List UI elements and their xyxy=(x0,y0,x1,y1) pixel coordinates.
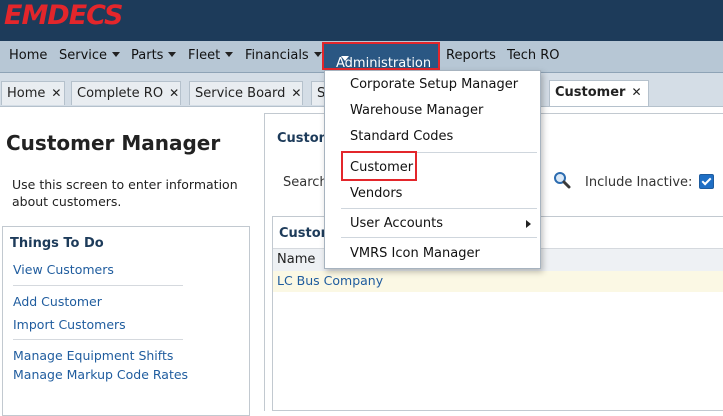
customer-name-cell[interactable]: LC Bus Company xyxy=(277,273,383,288)
tab-complete-ro-label: Complete RO xyxy=(77,86,164,101)
menu-item-user-accounts[interactable]: User Accounts xyxy=(350,216,443,231)
manage-markup-code-rates-link[interactable]: Manage Markup Code Rates xyxy=(13,367,188,382)
divider xyxy=(13,339,183,340)
chevron-right-icon xyxy=(526,220,531,228)
chevron-down-icon xyxy=(313,52,322,57)
tab-customer[interactable]: Customer ✕ xyxy=(549,80,649,106)
import-customers-link[interactable]: Import Customers xyxy=(13,317,126,332)
chevron-down-icon xyxy=(341,56,349,61)
nav-parts-label: Parts xyxy=(131,48,164,63)
menu-item-standard-codes[interactable]: Standard Codes xyxy=(350,129,453,144)
add-customer-link[interactable]: Add Customer xyxy=(13,294,102,309)
nav-service-label: Service xyxy=(59,48,108,63)
nav-service[interactable]: Service xyxy=(59,48,121,63)
table-row[interactable]: LC Bus Company xyxy=(273,271,723,292)
left-panel: Customer Manager Use this screen to ente… xyxy=(0,107,262,416)
nav-fleet-label: Fleet xyxy=(188,48,221,63)
manage-equipment-shifts-link[interactable]: Manage Equipment Shifts xyxy=(13,348,173,363)
nav-financials-label: Financials xyxy=(245,48,309,63)
menu-item-corporate-setup-manager[interactable]: Corporate Setup Manager xyxy=(350,77,518,92)
nav-fleet[interactable]: Fleet xyxy=(188,48,234,63)
things-to-do-title: Things To Do xyxy=(10,236,104,251)
menu-item-warehouse-manager[interactable]: Warehouse Manager xyxy=(350,103,483,118)
tab-customer-label: Customer xyxy=(555,85,626,100)
nav-home-label: Home xyxy=(9,48,48,63)
emdecs-logo: EMDECS xyxy=(4,0,123,31)
nav-administration[interactable]: Administration xyxy=(322,42,440,71)
tab-home-label: Home xyxy=(7,86,46,101)
nav-home[interactable]: Home xyxy=(9,48,47,63)
intro-text: Use this screen to enter information abo… xyxy=(12,177,238,209)
menu-item-vendors[interactable]: Vendors xyxy=(350,186,402,201)
page-title: Customer Manager xyxy=(6,131,221,155)
close-icon[interactable]: ✕ xyxy=(631,85,641,99)
view-customers-link[interactable]: View Customers xyxy=(13,262,114,277)
menu-divider xyxy=(341,208,537,209)
chevron-down-icon xyxy=(112,52,121,57)
nav-reports-label: Reports xyxy=(446,48,496,63)
tab-service-board[interactable]: Service Board ✕ xyxy=(189,81,303,105)
nav-tech-ro-label: Tech RO xyxy=(507,48,560,63)
menu-item-vmrs-icon-manager[interactable]: VMRS Icon Manager xyxy=(350,246,480,261)
include-inactive-label: Include Inactive: xyxy=(585,175,693,190)
column-name-header[interactable]: Name xyxy=(277,252,315,267)
close-icon[interactable]: ✕ xyxy=(51,86,61,100)
chevron-down-icon xyxy=(168,52,177,57)
search-icon[interactable] xyxy=(553,171,571,189)
nav-tech-ro[interactable]: Tech RO xyxy=(507,48,560,63)
tab-service-board-label: Service Board xyxy=(195,86,286,101)
nav-administration-label: Administration xyxy=(336,56,432,71)
administration-menu: Corporate Setup Manager Warehouse Manage… xyxy=(324,70,541,269)
divider xyxy=(13,285,183,286)
nav-reports[interactable]: Reports xyxy=(446,48,496,63)
close-icon[interactable]: ✕ xyxy=(169,86,179,100)
brand-bar: EMDECS xyxy=(0,0,723,41)
nav-financials[interactable]: Financials xyxy=(245,48,322,63)
chevron-down-icon xyxy=(225,52,234,57)
menu-divider xyxy=(341,237,537,238)
close-icon[interactable]: ✕ xyxy=(291,86,301,100)
search-label: Search xyxy=(283,175,328,190)
nav-parts[interactable]: Parts xyxy=(131,48,177,63)
tab-complete-ro[interactable]: Complete RO ✕ xyxy=(71,81,181,105)
tab-home[interactable]: Home ✕ xyxy=(1,81,65,105)
things-to-do-panel: Things To Do View Customers Add Customer… xyxy=(2,226,250,416)
include-inactive-checkbox[interactable] xyxy=(699,174,714,189)
menu-item-customer[interactable]: Customer xyxy=(350,160,413,175)
